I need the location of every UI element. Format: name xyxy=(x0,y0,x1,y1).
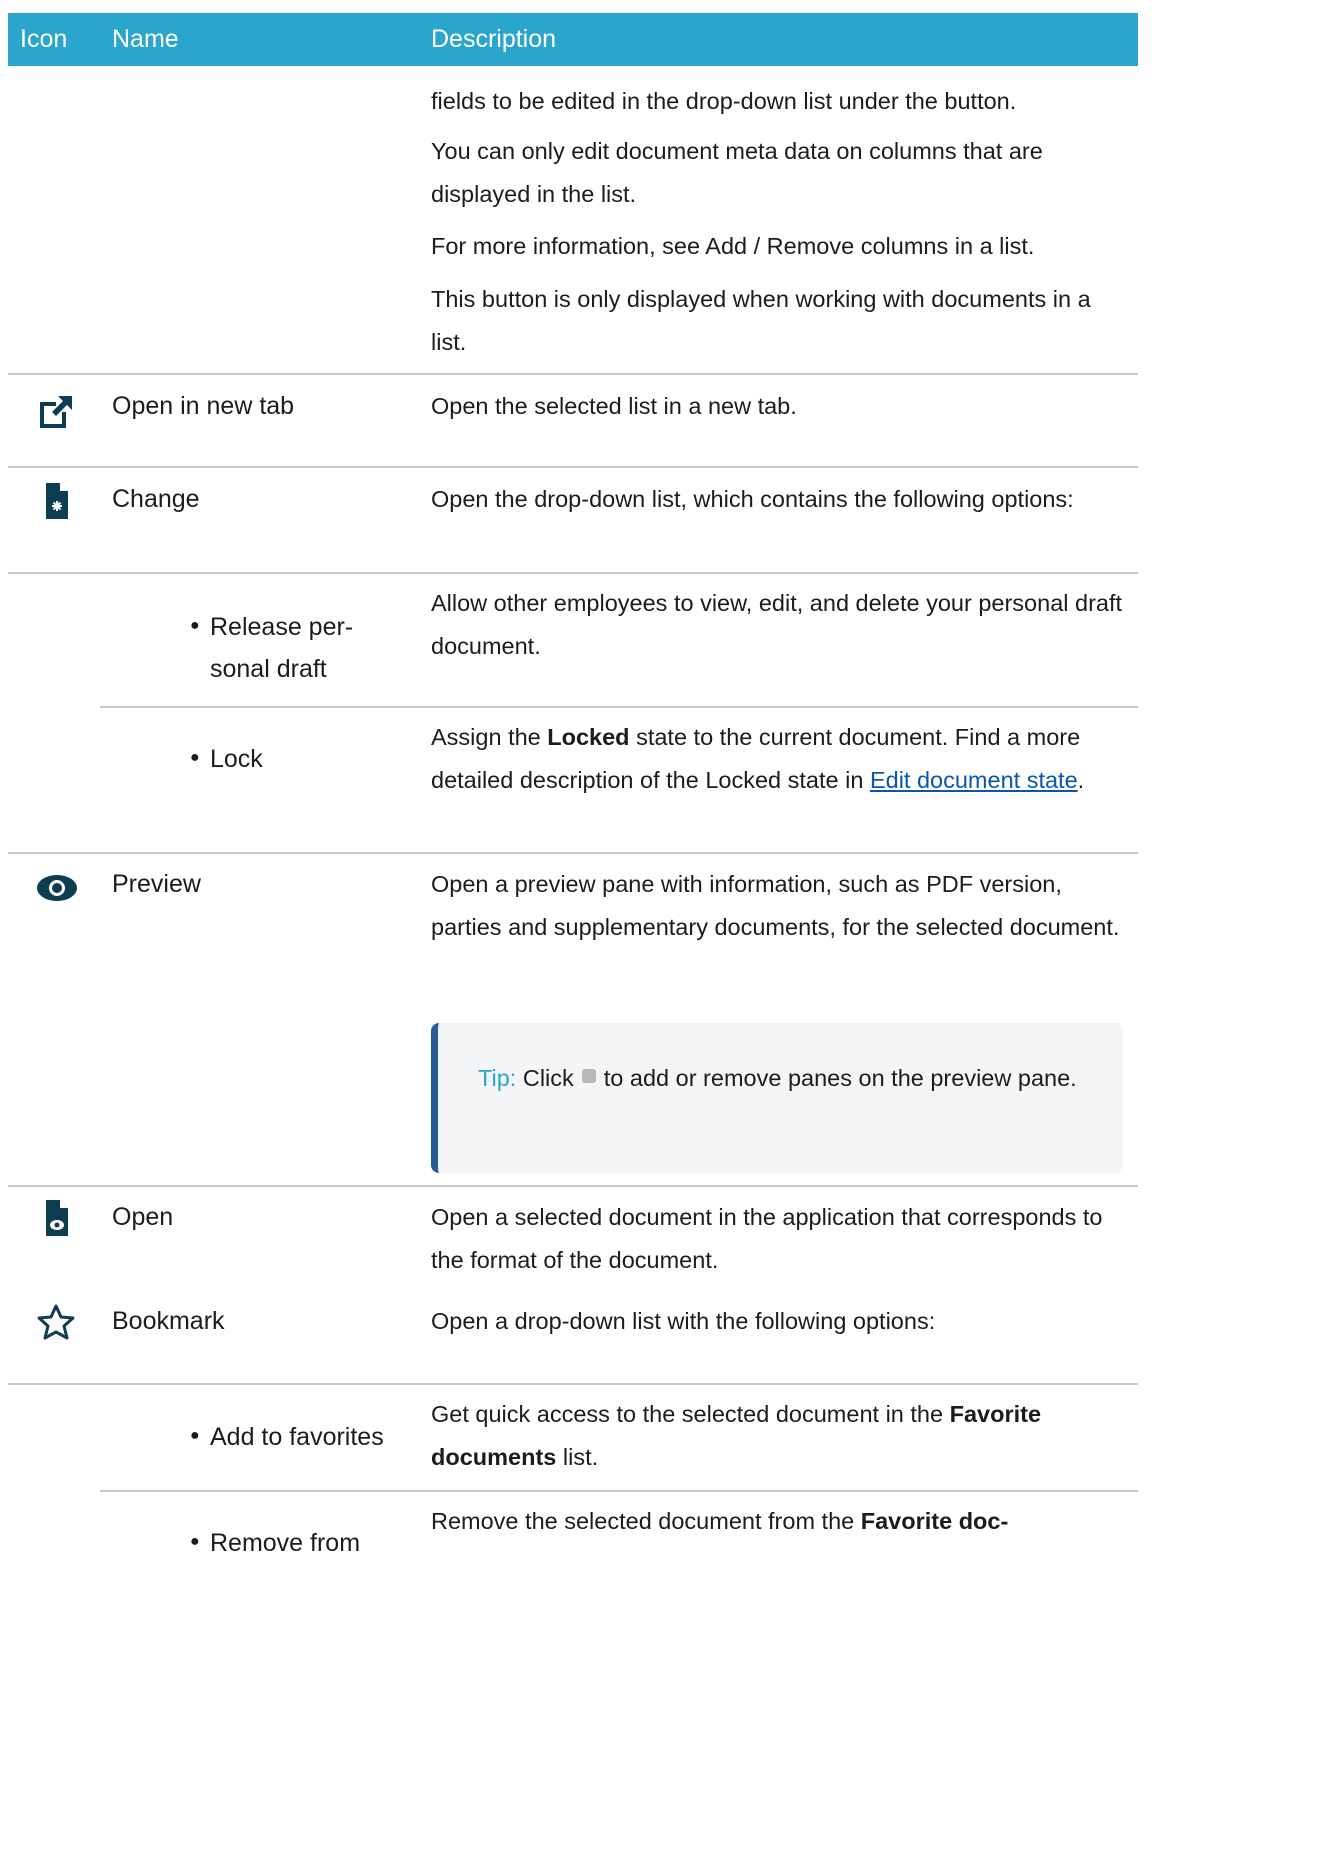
list-item: ● Lock xyxy=(190,738,263,781)
row-divider xyxy=(8,466,1138,468)
item-name: Add to favorites xyxy=(210,1423,384,1451)
description-text: fields to be edited in the drop-down lis… xyxy=(431,88,1017,114)
list-item: ● Add to favorites xyxy=(190,1416,384,1459)
item-name: sonal draft xyxy=(210,655,327,683)
document-change-icon xyxy=(46,483,68,519)
bullet-icon: ● xyxy=(190,749,200,767)
description-text: You can only edit document meta data on … xyxy=(431,138,1043,207)
bullet-icon: ● xyxy=(190,1533,200,1551)
item-description: Open a drop-down list with the following… xyxy=(431,1308,936,1334)
row-divider xyxy=(100,1490,1138,1492)
row-divider xyxy=(8,1185,1138,1187)
bullet-icon: ● xyxy=(190,1427,200,1445)
item-description: Allow other employees to view, edit, and… xyxy=(431,590,1123,659)
edit-document-state-link[interactable]: Edit document state xyxy=(870,767,1078,793)
row-divider xyxy=(8,373,1138,375)
description-text: This button is only displayed when worki… xyxy=(431,286,1091,355)
tip-label: Tip: xyxy=(478,1065,517,1091)
item-description: Remove the selected document from the Fa… xyxy=(431,1508,1009,1534)
external-link-icon xyxy=(40,396,72,428)
item-name: Remove from xyxy=(210,1529,361,1557)
description-text: For more information, see Add / Remove c… xyxy=(431,233,1035,259)
tip-callout: Tip: Click to add or remove panes on the … xyxy=(431,1023,1123,1173)
item-description: Open the drop-down list, which contains … xyxy=(431,486,1074,512)
description-column-header: Description xyxy=(431,25,557,53)
star-icon xyxy=(37,1304,75,1340)
item-description: Get quick access to the selected documen… xyxy=(431,1401,1042,1470)
item-name: Release per- xyxy=(210,613,354,641)
row-divider xyxy=(8,572,1138,574)
list-item: ● Remove from xyxy=(190,1522,360,1565)
table-header: Icon Name Description xyxy=(8,13,1138,66)
eye-icon xyxy=(37,875,77,901)
item-description: Open a selected document in the applicat… xyxy=(431,1204,1103,1273)
icon-column-header: Icon xyxy=(20,25,68,53)
item-description: Open a preview pane with information, su… xyxy=(431,871,1120,940)
locked-state-term: Locked xyxy=(547,724,630,750)
item-name: Change xyxy=(112,485,200,513)
settings-icon xyxy=(581,1069,596,1083)
name-column-header: Name xyxy=(112,25,179,53)
item-description: Open the selected list in a new tab. xyxy=(431,393,797,419)
row-divider xyxy=(8,852,1138,854)
item-description: Assign the Locked state to the current d… xyxy=(431,724,1085,793)
list-item: ● Release per-sonal draft xyxy=(190,606,353,690)
item-name: Preview xyxy=(112,870,201,898)
tip-text: Tip: Click to add or remove panes on the … xyxy=(478,1065,1077,1091)
bullet-icon: ● xyxy=(190,617,200,635)
item-name: Lock xyxy=(210,745,263,773)
row-divider xyxy=(8,1383,1138,1385)
row-divider xyxy=(100,706,1138,708)
item-name: Bookmark xyxy=(112,1307,225,1335)
item-name: Open xyxy=(112,1203,174,1231)
item-name: Open in new tab xyxy=(112,392,295,420)
document-eye-icon xyxy=(46,1200,68,1236)
